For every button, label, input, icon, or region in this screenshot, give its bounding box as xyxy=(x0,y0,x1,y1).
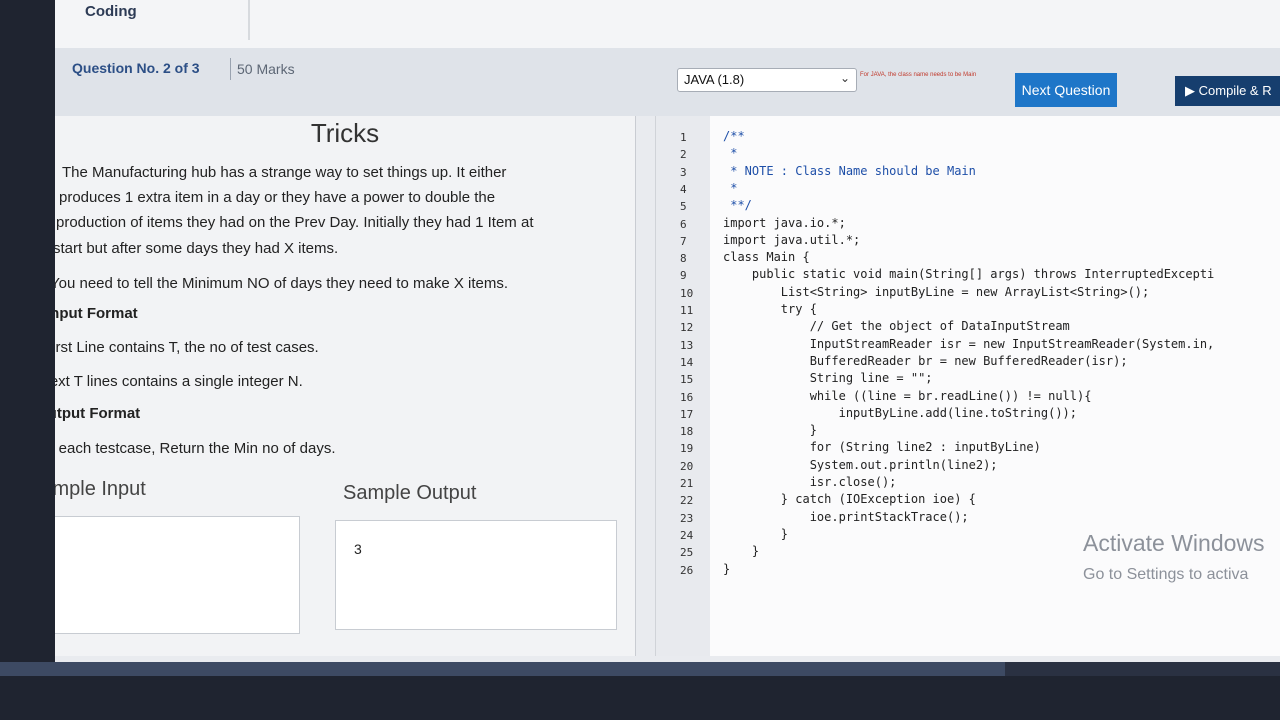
sample-input-heading: Sample Input xyxy=(55,478,146,500)
code-line[interactable]: ioe.printStackTrace(); xyxy=(723,510,969,524)
code-line[interactable]: System.out.println(line2); xyxy=(723,458,998,472)
title-divider xyxy=(248,0,250,40)
line-number: 20 xyxy=(680,459,694,473)
line-number: 19 xyxy=(680,442,694,456)
problem-panel: Tricks The Manufacturing hub has a stran… xyxy=(55,116,636,656)
line-number: 7 xyxy=(680,234,687,248)
next-question-button[interactable]: Next Question xyxy=(1015,73,1117,107)
line-number: 6 xyxy=(680,217,687,231)
line-number: 8 xyxy=(680,252,687,266)
top-bar: Coding xyxy=(55,0,1280,49)
question-separator xyxy=(230,58,231,80)
language-value: JAVA (1.8) xyxy=(684,72,745,87)
language-select[interactable]: JAVA (1.8) ⌄ xyxy=(677,68,857,92)
code-line[interactable]: import java.util.*; xyxy=(723,233,860,247)
compile-label: Compile & R xyxy=(1198,83,1272,98)
line-number: 21 xyxy=(680,477,694,490)
problem-title: Tricks xyxy=(310,118,380,148)
code-line[interactable]: } xyxy=(723,527,788,541)
windows-activation-subtitle: Go to Settings to activa xyxy=(1083,566,1249,583)
line-number: 4 xyxy=(680,182,687,196)
code-line[interactable]: // Get the object of DataInputStream xyxy=(723,319,1070,333)
code-line[interactable]: BufferedReader br = new BufferedReader(i… xyxy=(723,354,1128,368)
sample-output-heading: Sample Output xyxy=(343,482,477,504)
code-line[interactable]: isr.close(); xyxy=(723,475,897,489)
line-number: 2 xyxy=(680,148,687,162)
code-line[interactable]: * xyxy=(723,146,737,160)
code-line[interactable]: } xyxy=(723,562,730,576)
line-number: 11 xyxy=(680,304,694,317)
problem-task: You need to tell the Minimum NO of days … xyxy=(55,275,509,292)
line-number: 18 xyxy=(680,425,694,439)
problem-desc-line: The Manufacturing hub has a strange way … xyxy=(62,164,507,181)
chevron-down-icon: ⌄ xyxy=(839,71,850,85)
line-number: 16 xyxy=(680,390,694,404)
code-line[interactable]: class Main { xyxy=(723,250,810,264)
problem-desc-line: produces 1 extra item in a day or they h… xyxy=(59,189,496,206)
problem-desc-line: start but after some days they had X ite… xyxy=(55,240,339,257)
bottom-bar xyxy=(0,662,1005,676)
play-icon: ▶ xyxy=(1185,83,1195,98)
input-format-line: Next T lines contains a single integer N… xyxy=(55,373,303,390)
line-number: 26 xyxy=(680,563,694,577)
output-format-line: For each testcase, Return the Min no of … xyxy=(55,440,336,457)
line-number: 12 xyxy=(680,321,694,335)
question-marks: 50 Marks xyxy=(237,61,295,77)
code-line[interactable]: InputStreamReader isr = new InputStreamR… xyxy=(723,337,1215,351)
line-number: 17 xyxy=(680,407,694,421)
output-format-heading: Output Format xyxy=(55,405,141,422)
line-number: 9 xyxy=(680,269,687,283)
code-line[interactable]: public static void main(String[] args) t… xyxy=(723,267,1214,281)
input-format-line: First Line contains T, the no of test ca… xyxy=(55,339,319,356)
code-line[interactable]: List<String> inputByLine = new ArrayList… xyxy=(723,285,1149,299)
code-line[interactable]: /** xyxy=(723,129,745,143)
code-line[interactable]: } xyxy=(723,544,759,558)
line-number-gutter: 1 2 3 4 5 6 7 8 9 10 11 12 13 14 15 16 17 18 19 20 21 22 23 24 2… xyxy=(656,116,710,656)
compile-run-button[interactable]: ▶ Compile & R xyxy=(1175,76,1280,106)
code-line[interactable]: for (String line2 : inputByLine) xyxy=(723,440,1041,454)
problem-desc-line: production of items they had on the Prev… xyxy=(56,214,534,231)
line-number: 10 xyxy=(680,286,694,300)
line-number: 14 xyxy=(680,355,694,369)
code-line[interactable]: } catch (IOException ioe) { xyxy=(723,492,976,506)
question-number: Question No. 2 of 3 xyxy=(72,60,200,76)
sample-output-line: 3 xyxy=(354,541,362,557)
question-bar: Question No. 2 of 3 50 Marks JAVA (1.8) … xyxy=(55,48,1280,116)
code-line[interactable]: * xyxy=(723,181,737,195)
browser-window: Coding Question No. 2 of 3 50 Marks JAVA… xyxy=(55,0,1280,662)
code-line[interactable]: String line = ""; xyxy=(723,371,933,385)
language-note: For JAVA, the class name needs to be Mai… xyxy=(860,72,977,78)
line-number: 22 xyxy=(680,494,694,508)
line-number: 23 xyxy=(680,511,694,525)
sample-input-box: 1 8 xyxy=(55,516,300,634)
input-format-heading: Input Format xyxy=(55,305,138,322)
code-line[interactable]: while ((line = br.readLine()) != null){ xyxy=(723,389,1092,403)
code-line[interactable]: inputByLine.add(line.toString()); xyxy=(723,406,1077,420)
line-number: 15 xyxy=(680,373,694,387)
code-line[interactable]: **/ xyxy=(723,198,752,212)
code-line[interactable]: import java.io.*; xyxy=(723,216,846,230)
code-line[interactable]: try { xyxy=(723,302,817,316)
windows-activation-title: Activate Windows xyxy=(1083,530,1265,556)
line-number: 25 xyxy=(680,546,694,560)
line-number: 24 xyxy=(680,528,694,542)
sample-output-box: 3 xyxy=(335,520,617,630)
code-line[interactable]: * NOTE : Class Name should be Main xyxy=(723,164,976,178)
app-title: Coding xyxy=(85,3,137,20)
line-number: 13 xyxy=(680,338,694,352)
bottom-bar-right xyxy=(1005,662,1280,676)
code-line[interactable]: } xyxy=(723,423,817,437)
line-number: 3 xyxy=(680,165,687,179)
line-number: 1 xyxy=(680,131,687,144)
line-number: 5 xyxy=(680,200,687,214)
